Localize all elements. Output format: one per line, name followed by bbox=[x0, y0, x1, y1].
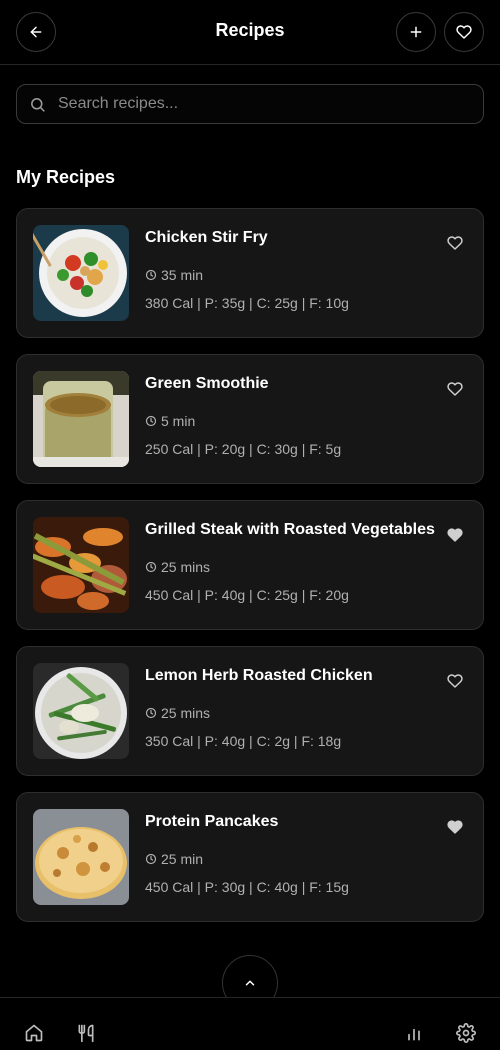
arrow-left-icon bbox=[30, 26, 42, 38]
recipe-time: 5 min bbox=[145, 413, 195, 429]
search-bar[interactable] bbox=[16, 84, 484, 124]
nav-home[interactable] bbox=[23, 1022, 45, 1044]
clock-icon bbox=[145, 707, 157, 719]
clock-icon bbox=[145, 269, 157, 281]
recipe-name: Green Smoothie bbox=[145, 375, 269, 392]
favorite-toggle[interactable] bbox=[445, 233, 465, 253]
recipe-list: Chicken Stir Fry 35 min 380 Cal | P: 35g… bbox=[16, 208, 484, 938]
recipe-name: Chicken Stir Fry bbox=[145, 229, 268, 246]
settings-icon bbox=[456, 1023, 476, 1043]
favorite-toggle[interactable] bbox=[445, 525, 465, 545]
recipe-card[interactable]: Green Smoothie 5 min 250 Cal | P: 20g | … bbox=[16, 354, 484, 484]
bar-chart-icon bbox=[408, 1028, 420, 1041]
recipe-thumbnail bbox=[33, 225, 129, 321]
search-input[interactable] bbox=[58, 95, 458, 113]
favorite-toggle[interactable] bbox=[445, 671, 465, 691]
heart-filled-icon bbox=[447, 528, 463, 542]
favorites-button[interactable] bbox=[444, 12, 484, 52]
utensils-icon bbox=[78, 1024, 94, 1043]
recipe-time: 35 min bbox=[145, 267, 203, 283]
recipe-time-text: 25 min bbox=[161, 851, 204, 867]
nav-recipes[interactable] bbox=[75, 1022, 97, 1044]
recipe-thumbnail bbox=[33, 517, 129, 613]
recipe-time-text: 5 min bbox=[161, 413, 196, 429]
recipe-card[interactable]: Protein Pancakes 25 min 450 Cal | P: 30g… bbox=[16, 792, 484, 922]
clock-icon bbox=[145, 853, 157, 865]
heart-icon bbox=[456, 25, 472, 39]
recipe-macros: 250 Cal | P: 20g | C: 30g | F: 5g bbox=[145, 441, 342, 457]
clock-icon bbox=[145, 415, 157, 427]
recipe-name: Grilled Steak with Roasted Vegetables bbox=[145, 521, 435, 538]
chevron-up-icon bbox=[245, 980, 255, 986]
section-title: My Recipes bbox=[16, 167, 116, 187]
recipe-card[interactable]: Chicken Stir Fry 35 min 380 Cal | P: 35g… bbox=[16, 208, 484, 338]
app-header: Recipes bbox=[0, 0, 500, 65]
recipe-thumbnail bbox=[33, 371, 129, 467]
plus-icon bbox=[410, 26, 422, 38]
recipe-macros: 450 Cal | P: 40g | C: 25g | F: 20g bbox=[145, 587, 349, 603]
recipe-time-text: 35 min bbox=[161, 267, 204, 283]
back-button[interactable] bbox=[16, 12, 56, 52]
heart-outline-icon bbox=[447, 236, 463, 250]
recipe-card[interactable]: Grilled Steak with Roasted Vegetables 25… bbox=[16, 500, 484, 630]
bottom-nav bbox=[0, 997, 500, 1050]
recipe-time: 25 mins bbox=[145, 559, 210, 575]
page-title: Recipes bbox=[215, 20, 285, 40]
recipe-time-text: 25 mins bbox=[161, 705, 211, 721]
nav-stats[interactable] bbox=[403, 1022, 425, 1044]
favorite-toggle[interactable] bbox=[445, 379, 465, 399]
search-icon bbox=[29, 96, 46, 113]
add-recipe-button[interactable] bbox=[396, 12, 436, 52]
recipe-macros: 350 Cal | P: 40g | C: 2g | F: 18g bbox=[145, 733, 342, 749]
nav-settings[interactable] bbox=[455, 1022, 477, 1044]
recipe-time: 25 min bbox=[145, 851, 203, 867]
heart-outline-icon bbox=[447, 382, 463, 396]
recipe-name: Protein Pancakes bbox=[145, 813, 279, 830]
recipe-time: 25 mins bbox=[145, 705, 210, 721]
heart-outline-icon bbox=[447, 674, 463, 688]
recipe-card[interactable]: Lemon Herb Roasted Chicken 25 mins 350 C… bbox=[16, 646, 484, 776]
heart-filled-icon bbox=[447, 820, 463, 834]
recipe-macros: 380 Cal | P: 35g | C: 25g | F: 10g bbox=[145, 295, 349, 311]
recipe-thumbnail bbox=[33, 809, 129, 905]
recipe-thumbnail bbox=[33, 663, 129, 759]
recipe-time-text: 25 mins bbox=[161, 559, 211, 575]
recipe-macros: 450 Cal | P: 30g | C: 40g | F: 15g bbox=[145, 879, 349, 895]
favorite-toggle[interactable] bbox=[445, 817, 465, 837]
home-icon bbox=[25, 1024, 43, 1042]
recipe-name: Lemon Herb Roasted Chicken bbox=[145, 667, 373, 684]
clock-icon bbox=[145, 561, 157, 573]
